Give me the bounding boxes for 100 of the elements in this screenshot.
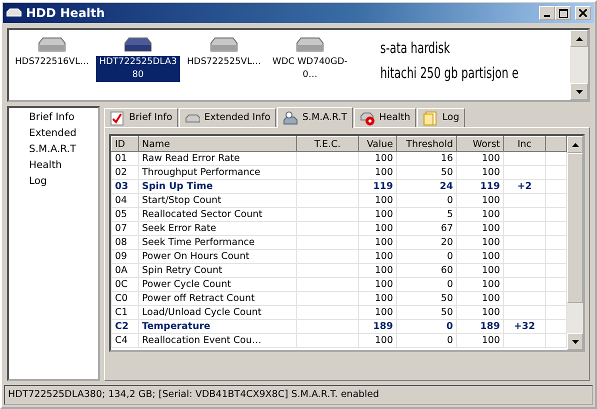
table-cell: 189 xyxy=(456,320,504,334)
tab[interactable]: Extended Info xyxy=(179,108,276,127)
table-cell: 100 xyxy=(358,222,396,236)
table-cell: 04 xyxy=(112,194,138,208)
table-cell: C4 xyxy=(112,334,138,348)
tab[interactable]: Log xyxy=(417,108,466,127)
table-cell: 0 xyxy=(396,250,456,264)
column-header[interactable] xyxy=(546,136,566,152)
table-cell: 100 xyxy=(456,152,504,166)
table-cell: 100 xyxy=(456,264,504,278)
maximize-icon xyxy=(558,8,568,18)
sidebar-item[interactable]: Health xyxy=(29,158,98,174)
table-cell: 24 xyxy=(396,180,456,194)
table-cell: 0A xyxy=(112,264,138,278)
table-cell: 0 xyxy=(396,194,456,208)
sidebar-item[interactable]: Log xyxy=(29,174,98,190)
status-bar: HDT722525DLA380; 134,2 GB; [Serial: VDB41BT4CX9X8C] S.M.A.R.T. enabled xyxy=(4,385,593,405)
maximize-button[interactable] xyxy=(555,6,571,20)
scroll-thumb[interactable] xyxy=(567,153,583,303)
table-cell: 08 xyxy=(112,236,138,250)
tab[interactable]: S.M.A.R.T xyxy=(277,107,354,128)
table-cell: 100 xyxy=(358,194,396,208)
table-cell: 100 xyxy=(456,222,504,236)
table-cell: Throughput Performance xyxy=(138,166,296,180)
table-cell: C2 xyxy=(112,320,138,334)
hard-drive-icon[interactable] xyxy=(209,36,239,54)
table-cell: C1 xyxy=(112,306,138,320)
close-icon xyxy=(579,9,587,17)
drive-label[interactable]: HDS722525VL… xyxy=(182,56,266,69)
table-cell: 03 xyxy=(112,180,138,194)
sidebar-item[interactable]: Extended xyxy=(29,126,98,142)
table-cell: 100 xyxy=(456,278,504,292)
sidebar-item[interactable]: Brief Info xyxy=(29,110,98,126)
table-cell: Raw Read Error Rate xyxy=(138,152,296,166)
table-cell: 100 xyxy=(358,334,396,348)
down-arrow-icon xyxy=(572,340,578,344)
column-header[interactable]: Inc xyxy=(504,136,546,152)
table-cell: 100 xyxy=(358,236,396,250)
scroll-down-button[interactable] xyxy=(567,333,583,350)
table-cell: Spin Up Time xyxy=(138,180,296,194)
drive-label[interactable]: HDS722516VL… xyxy=(10,56,94,69)
table-cell: 0 xyxy=(396,334,456,348)
table-cell: Power off Retract Count xyxy=(138,292,296,306)
sidebar-item[interactable]: S.M.A.R.T xyxy=(29,142,98,158)
table-cell: 67 xyxy=(396,222,456,236)
note-text: hitachi 250 gb partisjon e xyxy=(380,63,520,84)
minimize-button[interactable] xyxy=(539,6,555,20)
scrollbar[interactable] xyxy=(567,136,583,350)
tab[interactable]: Brief Info xyxy=(104,108,178,127)
column-header[interactable]: Threshold xyxy=(396,136,456,152)
scroll-up-button[interactable] xyxy=(567,136,583,153)
table-cell: 20 xyxy=(396,236,456,250)
drive-label[interactable]: WDC WD740GD-0… xyxy=(268,56,352,82)
scrollbar[interactable] xyxy=(570,30,588,100)
up-arrow-icon xyxy=(572,142,578,146)
table-cell: 100 xyxy=(456,250,504,264)
table-cell: 100 xyxy=(456,194,504,208)
table-cell: 07 xyxy=(112,222,138,236)
column-header[interactable]: T.E.C. xyxy=(296,136,358,152)
table-cell: Seek Time Performance xyxy=(138,236,296,250)
table-cell: 100 xyxy=(456,208,504,222)
table-cell: Temperature xyxy=(138,320,296,334)
column-header[interactable]: ID xyxy=(112,136,138,152)
close-button[interactable] xyxy=(575,6,591,20)
table-cell: 100 xyxy=(358,152,396,166)
table-cell: Seek Error Rate xyxy=(138,222,296,236)
table-cell: Load/Unload Cycle Count xyxy=(138,306,296,320)
tab[interactable]: Health xyxy=(354,108,416,127)
column-header[interactable]: Name xyxy=(138,136,296,152)
table-cell: 119 xyxy=(358,180,396,194)
column-header[interactable]: Worst xyxy=(456,136,504,152)
table-cell: 16 xyxy=(396,152,456,166)
drive-icon xyxy=(6,8,22,18)
table-cell: 100 xyxy=(456,334,504,348)
hard-drive-icon[interactable] xyxy=(295,36,325,54)
table-cell: 0C xyxy=(112,278,138,292)
table-cell: 100 xyxy=(456,236,504,250)
scroll-down-button[interactable] xyxy=(570,83,588,100)
table-cell: 01 xyxy=(112,152,138,166)
table-cell: 05 xyxy=(112,208,138,222)
table-cell: Power On Hours Count xyxy=(138,250,296,264)
table-cell: 100 xyxy=(358,166,396,180)
note-text: s-ata hardisk xyxy=(380,38,452,59)
table-cell: 0 xyxy=(396,320,456,334)
table-cell: 09 xyxy=(112,250,138,264)
table-cell: 100 xyxy=(358,264,396,278)
table-cell: 100 xyxy=(358,250,396,264)
down-arrow-icon xyxy=(576,90,582,94)
table-cell: 50 xyxy=(396,306,456,320)
table-cell: 119 xyxy=(456,180,504,194)
table-cell: 02 xyxy=(112,166,138,180)
table-cell: C0 xyxy=(112,292,138,306)
scroll-up-button[interactable] xyxy=(570,30,588,47)
drive-label[interactable]: HDT722525DLA3 80 xyxy=(96,56,180,82)
table-cell: 100 xyxy=(358,278,396,292)
table-cell: Reallocated Sector Count xyxy=(138,208,296,222)
table-cell: 100 xyxy=(358,306,396,320)
column-header[interactable]: Value xyxy=(358,136,396,152)
hard-drive-icon[interactable] xyxy=(123,36,153,54)
hard-drive-icon[interactable] xyxy=(37,36,67,54)
